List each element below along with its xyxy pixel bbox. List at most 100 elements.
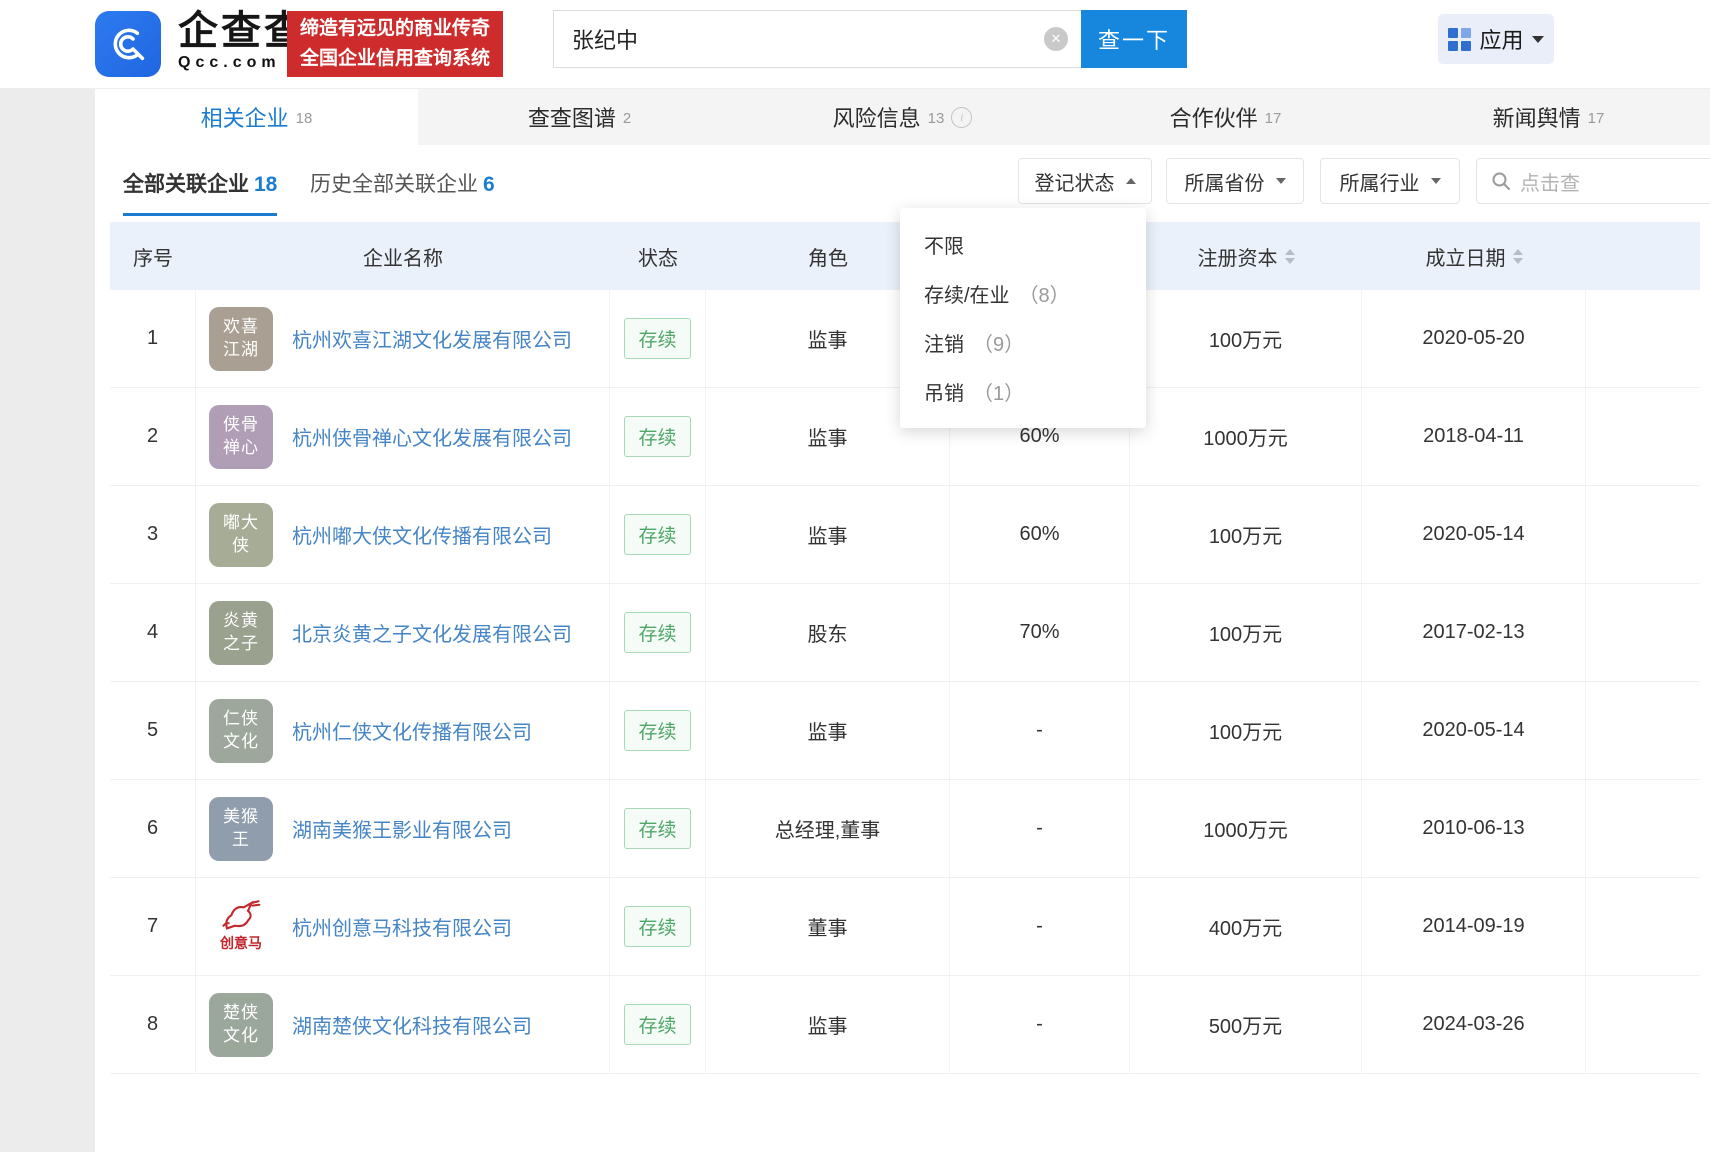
capital-cell: 100万元 bbox=[1130, 584, 1362, 681]
badge-line2: 之子 bbox=[223, 633, 259, 653]
table-row: 7 创意马 杭州创意马科技有限公司 存续 董事 - 400万元 2014-09-… bbox=[110, 878, 1700, 976]
extra-cell bbox=[1586, 976, 1700, 1073]
role-cell: 监事 bbox=[706, 486, 950, 583]
status-badge: 存续 bbox=[624, 612, 691, 653]
company-name-link[interactable]: 湖南美猴王影业有限公司 bbox=[292, 814, 512, 843]
filter-search-box[interactable]: 点击查 bbox=[1476, 158, 1710, 204]
company-name-link[interactable]: 杭州创意马科技有限公司 bbox=[292, 912, 512, 941]
chevron-up-icon bbox=[1125, 178, 1136, 184]
dropdown-item-cancelled[interactable]: 注销 （9） bbox=[900, 318, 1146, 367]
dropdown-item-revoked[interactable]: 吊销 （1） bbox=[900, 367, 1146, 416]
subtab-label: 全部关联企业 bbox=[123, 173, 249, 196]
filter-province[interactable]: 所属省份 bbox=[1166, 158, 1304, 204]
filter-registration-status[interactable]: 登记状态 bbox=[1018, 158, 1152, 204]
capital-cell: 1000万元 bbox=[1130, 780, 1362, 877]
chevron-down-icon bbox=[1430, 178, 1441, 184]
subtab-all-related[interactable]: 全部关联企业 18 bbox=[123, 168, 278, 216]
capital-cell: 100万元 bbox=[1130, 682, 1362, 779]
row-index: 8 bbox=[110, 976, 196, 1073]
tab-count: 17 bbox=[1587, 109, 1605, 127]
extra-cell bbox=[1586, 290, 1700, 387]
status-cell: 存续 bbox=[610, 388, 706, 485]
date-cell: 2020-05-14 bbox=[1362, 486, 1586, 583]
company-name-link[interactable]: 湖南楚侠文化科技有限公司 bbox=[292, 1010, 532, 1039]
row-index: 7 bbox=[110, 878, 196, 975]
badge-line2: 文化 bbox=[223, 731, 259, 751]
company-cell: 侠骨 禅心 杭州侠骨禅心文化发展有限公司 bbox=[196, 388, 610, 485]
company-badge: 仁侠 文化 bbox=[209, 698, 273, 763]
qcc-q-glyph bbox=[113, 28, 145, 61]
dropdown-item-label: 存续/在业 bbox=[924, 285, 1010, 307]
company-cell: 仁侠 文化 杭州仁侠文化传播有限公司 bbox=[196, 682, 610, 779]
subtab-count: 18 bbox=[254, 173, 278, 196]
tab-count: 17 bbox=[1264, 109, 1282, 127]
qcc-logo-icon[interactable] bbox=[95, 11, 161, 77]
date-cell: 2018-04-11 bbox=[1362, 388, 1586, 485]
ratio-cell: 70% bbox=[950, 584, 1130, 681]
status-cell: 存续 bbox=[610, 290, 706, 387]
status-cell: 存续 bbox=[610, 584, 706, 681]
dropdown-item-all[interactable]: 不限 bbox=[900, 220, 1146, 269]
clear-search-icon[interactable]: ✕ bbox=[1044, 27, 1068, 51]
filter-industry[interactable]: 所属行业 bbox=[1320, 158, 1460, 204]
role-cell: 总经理,董事 bbox=[706, 780, 950, 877]
company-badge: 侠骨 禅心 bbox=[209, 404, 273, 469]
column-header-capital: 注册资本 bbox=[1130, 222, 1362, 290]
date-cell: 2024-03-26 bbox=[1362, 976, 1586, 1073]
company-badge: 楚侠 文化 bbox=[209, 992, 273, 1057]
tab-risk-info[interactable]: 风险信息 13 i bbox=[741, 88, 1064, 145]
tab-chart-graph[interactable]: 查查图谱 2 bbox=[418, 88, 741, 145]
role-cell: 董事 bbox=[706, 878, 950, 975]
filter-label: 所属行业 bbox=[1339, 172, 1420, 195]
date-cell: 2020-05-20 bbox=[1362, 290, 1586, 387]
company-name-link[interactable]: 杭州侠骨禅心文化发展有限公司 bbox=[292, 422, 572, 451]
registration-status-dropdown: 不限 存续/在业 （8） 注销 （9） 吊销 （1） bbox=[900, 208, 1146, 428]
row-index: 2 bbox=[110, 388, 196, 485]
dropdown-item-count: （9） bbox=[973, 334, 1025, 356]
table-row: 6 美猴 王 湖南美猴王影业有限公司 存续 总经理,董事 - 1000万元 20… bbox=[110, 780, 1700, 878]
status-cell: 存续 bbox=[610, 486, 706, 583]
filter-label: 所属省份 bbox=[1184, 172, 1265, 195]
table-row: 4 炎黄 之子 北京炎黄之子文化发展有限公司 存续 股东 70% 100万元 2… bbox=[110, 584, 1700, 682]
tab-label: 风险信息 bbox=[832, 105, 921, 131]
main-tabbar: 相关企业 18 查查图谱 2 风险信息 13 i 合作伙伴 17 新闻舆情 17 bbox=[95, 88, 1710, 145]
company-name-link[interactable]: 杭州仁侠文化传播有限公司 bbox=[292, 716, 532, 745]
column-header-extra bbox=[1586, 222, 1700, 290]
badge-line2: 江湖 bbox=[223, 339, 259, 359]
date-cell: 2010-06-13 bbox=[1362, 780, 1586, 877]
tab-count: 13 bbox=[927, 109, 945, 127]
table-row: 5 仁侠 文化 杭州仁侠文化传播有限公司 存续 监事 - 100万元 2020-… bbox=[110, 682, 1700, 780]
sort-capital-icon[interactable] bbox=[1284, 248, 1295, 264]
apps-button[interactable]: 应用 bbox=[1438, 14, 1554, 64]
company-cell: 美猴 王 湖南美猴王影业有限公司 bbox=[196, 780, 610, 877]
company-name-link[interactable]: 杭州嘟大侠文化传播有限公司 bbox=[292, 520, 552, 549]
slogan-banner: 缔造有远见的商业传奇 全国企业信用查询系统 bbox=[287, 11, 504, 77]
ratio-cell: 60% bbox=[950, 486, 1130, 583]
company-badge: 欢喜 江湖 bbox=[209, 306, 273, 371]
status-cell: 存续 bbox=[610, 682, 706, 779]
status-badge: 存续 bbox=[624, 808, 691, 849]
company-name-link[interactable]: 杭州欢喜江湖文化发展有限公司 bbox=[292, 324, 572, 353]
badge-line2: 文化 bbox=[223, 1025, 259, 1045]
search-button[interactable]: 查一下 bbox=[1081, 10, 1187, 68]
tab-related-companies[interactable]: 相关企业 18 bbox=[95, 88, 418, 145]
dropdown-item-label: 注销 bbox=[924, 334, 964, 356]
company-name-link[interactable]: 北京炎黄之子文化发展有限公司 bbox=[292, 618, 572, 647]
tab-news[interactable]: 新闻舆情 17 bbox=[1387, 88, 1710, 145]
row-index: 5 bbox=[110, 682, 196, 779]
dropdown-item-active[interactable]: 存续/在业 （8） bbox=[900, 269, 1146, 318]
horse-logo-icon bbox=[222, 900, 261, 931]
tab-partners[interactable]: 合作伙伴 17 bbox=[1064, 88, 1387, 145]
search-input[interactable] bbox=[553, 10, 1081, 68]
row-index: 4 bbox=[110, 584, 196, 681]
badge-line1: 侠骨 bbox=[223, 415, 259, 435]
sort-date-icon[interactable] bbox=[1512, 248, 1523, 264]
search-icon bbox=[1492, 172, 1510, 190]
badge-line2: 侠 bbox=[232, 535, 250, 555]
dropdown-item-count: （1） bbox=[973, 383, 1025, 405]
status-badge: 存续 bbox=[624, 416, 691, 457]
company-badge: 嘟大 侠 bbox=[209, 502, 273, 567]
ratio-cell: - bbox=[950, 878, 1130, 975]
subtab-history-related[interactable]: 历史全部关联企业 6 bbox=[310, 168, 495, 198]
status-cell: 存续 bbox=[610, 780, 706, 877]
